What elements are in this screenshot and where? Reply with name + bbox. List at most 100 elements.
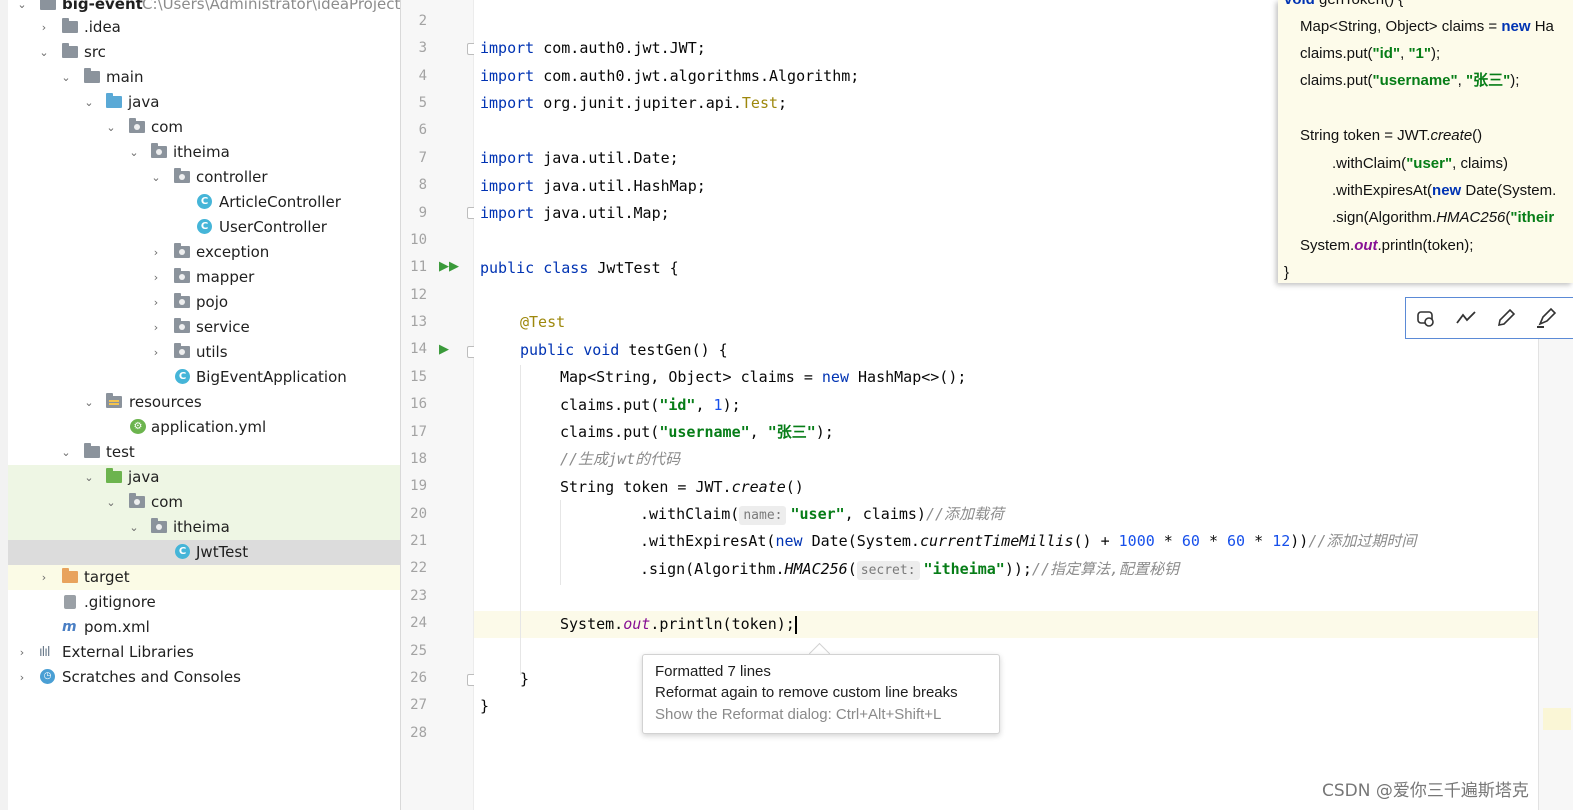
tree-item-label: BigEventApplication [196,368,347,386]
tree-item-label: test [106,443,135,461]
module-folder-icon [40,0,56,10]
tree-item-label: com [151,493,184,511]
chevron-right-icon[interactable]: › [150,265,162,290]
excluded-folder-icon [62,568,78,583]
line-number: 28 [410,724,427,741]
show-reformat-dialog-hint[interactable]: Show the Reformat dialog: Ctrl+Alt+Shift… [655,706,941,723]
code-line-9: import java.util.Map; [480,204,670,222]
line-number: 6 [418,122,427,139]
tree-item-main[interactable]: ⌄ main [8,65,400,90]
tree-item-utils[interactable]: › utils [8,340,400,365]
line-number: 10 [410,231,427,248]
line-icon[interactable] [1454,306,1478,330]
indent-guide [520,365,521,675]
chevron-down-icon[interactable]: ⌄ [60,440,72,465]
package-icon [174,168,190,183]
line-number: 5 [418,95,427,112]
tree-item-target[interactable]: › target [8,565,400,590]
line-number: 25 [410,642,427,659]
folder-icon [84,443,100,458]
tree-item-controller[interactable]: ⌄ controller [8,165,400,190]
tree-item-label: target [84,568,130,586]
source-folder-icon [106,93,122,108]
annotation-toolbar [1405,297,1573,339]
tree-item-label: src [84,43,106,61]
tree-item-label: .gitignore [84,593,156,611]
tree-item-articlecontroller[interactable]: C ArticleController [8,190,400,215]
maven-icon: m [62,619,77,635]
code-line-16: claims.put("id", 1); [560,396,741,414]
run-test-icon[interactable]: ▶ [439,342,449,357]
tree-item-test-java[interactable]: ⌄ java [8,465,400,490]
tree-item-com[interactable]: ⌄ com [8,115,400,140]
reformat-again-link[interactable]: Reformat again to remove custom line bre… [655,684,958,701]
shape-icon[interactable] [1414,306,1438,330]
tree-item-label: itheima [173,518,230,536]
tree-item-java[interactable]: ⌄ java [8,90,400,115]
chevron-right-icon[interactable]: › [150,290,162,315]
chevron-right-icon[interactable]: › [150,315,162,340]
chevron-down-icon[interactable]: ⌄ [83,390,95,415]
pen-icon[interactable] [1494,306,1518,330]
line-number: 2 [418,13,427,29]
libraries-icon: ılıl [39,645,50,660]
line-number: 21 [410,533,427,550]
code-line-17: claims.put("username", "张三"); [560,423,834,441]
line-number: 23 [410,587,427,604]
tree-item-label: Scratches and Consoles [62,668,241,686]
tree-item-service[interactable]: › service [8,315,400,340]
tree-item-pom[interactable]: m pom.xml [8,615,400,640]
chevron-right-icon[interactable]: › [38,15,50,40]
scrollbar-marker [1543,708,1571,730]
code-line-27: } [480,697,490,715]
tree-item-test-itheima[interactable]: ⌄ itheima [8,515,400,540]
tree-item-usercontroller[interactable]: C UserController [8,215,400,240]
line-number: 18 [410,450,427,467]
chevron-right-icon[interactable]: › [16,640,28,665]
chevron-down-icon[interactable]: ⌄ [60,65,72,90]
chevron-right-icon[interactable]: › [38,565,50,590]
tree-item-label: UserController [219,218,327,236]
editor-scrollbar[interactable] [1538,320,1573,810]
chevron-down-icon[interactable]: ⌄ [150,165,162,190]
chevron-down-icon[interactable]: ⌄ [83,90,95,115]
tree-item-mapper[interactable]: › mapper [8,265,400,290]
tree-item-external-libraries[interactable]: › ılıl External Libraries [8,640,400,665]
code-line-4: import com.auth0.jwt.algorithms.Algorith… [480,67,860,85]
tree-item-jwttest[interactable]: C JwtTest [8,540,400,565]
tree-item-test-com[interactable]: ⌄ com [8,490,400,515]
tree-item-itheima[interactable]: ⌄ itheima [8,140,400,165]
chevron-right-icon[interactable]: › [150,340,162,365]
highlighter-icon[interactable] [1534,306,1558,330]
tree-item-exception[interactable]: › exception [8,240,400,265]
chevron-down-icon[interactable]: ⌄ [128,140,140,165]
chevron-right-icon[interactable]: › [16,665,28,690]
line-number: 19 [410,478,427,495]
gitignore-file-icon [64,595,76,609]
chevron-right-icon[interactable]: › [150,240,162,265]
tree-item-bigeventapplication[interactable]: C BigEventApplication [8,365,400,390]
line-number: 14 [410,341,427,358]
tree-item-src[interactable]: ⌄ src [8,40,400,65]
package-icon [151,143,167,158]
chevron-down-icon[interactable]: ⌄ [83,465,95,490]
tree-item-label: exception [196,243,270,261]
chevron-down-icon[interactable]: ⌄ [128,515,140,540]
tree-item-resources[interactable]: ⌄ resources [8,390,400,415]
tree-item-pojo[interactable]: › pojo [8,290,400,315]
chevron-down-icon[interactable]: ⌄ [105,115,117,140]
tree-item-application-yml[interactable]: ⚙ application.yml [8,415,400,440]
tree-item-scratches[interactable]: › ◷ Scratches and Consoles [8,665,400,690]
tree-item-label: pojo [196,293,229,311]
tree-item-label: .idea [84,18,121,36]
popup-title: Formatted 7 lines [655,663,771,680]
chevron-down-icon[interactable]: ⌄ [105,490,117,515]
tree-item-test[interactable]: ⌄ test [8,440,400,465]
tree-item-gitignore[interactable]: .gitignore [8,590,400,615]
chevron-down-icon[interactable]: ⌄ [38,40,50,65]
line-number: 13 [410,314,427,331]
tree-item-label: utils [196,343,228,361]
code-line-18: //生成jwt的代码 [560,450,681,468]
tree-item-idea[interactable]: › .idea [8,15,400,40]
run-class-icon[interactable]: ▶▶ [439,259,459,274]
